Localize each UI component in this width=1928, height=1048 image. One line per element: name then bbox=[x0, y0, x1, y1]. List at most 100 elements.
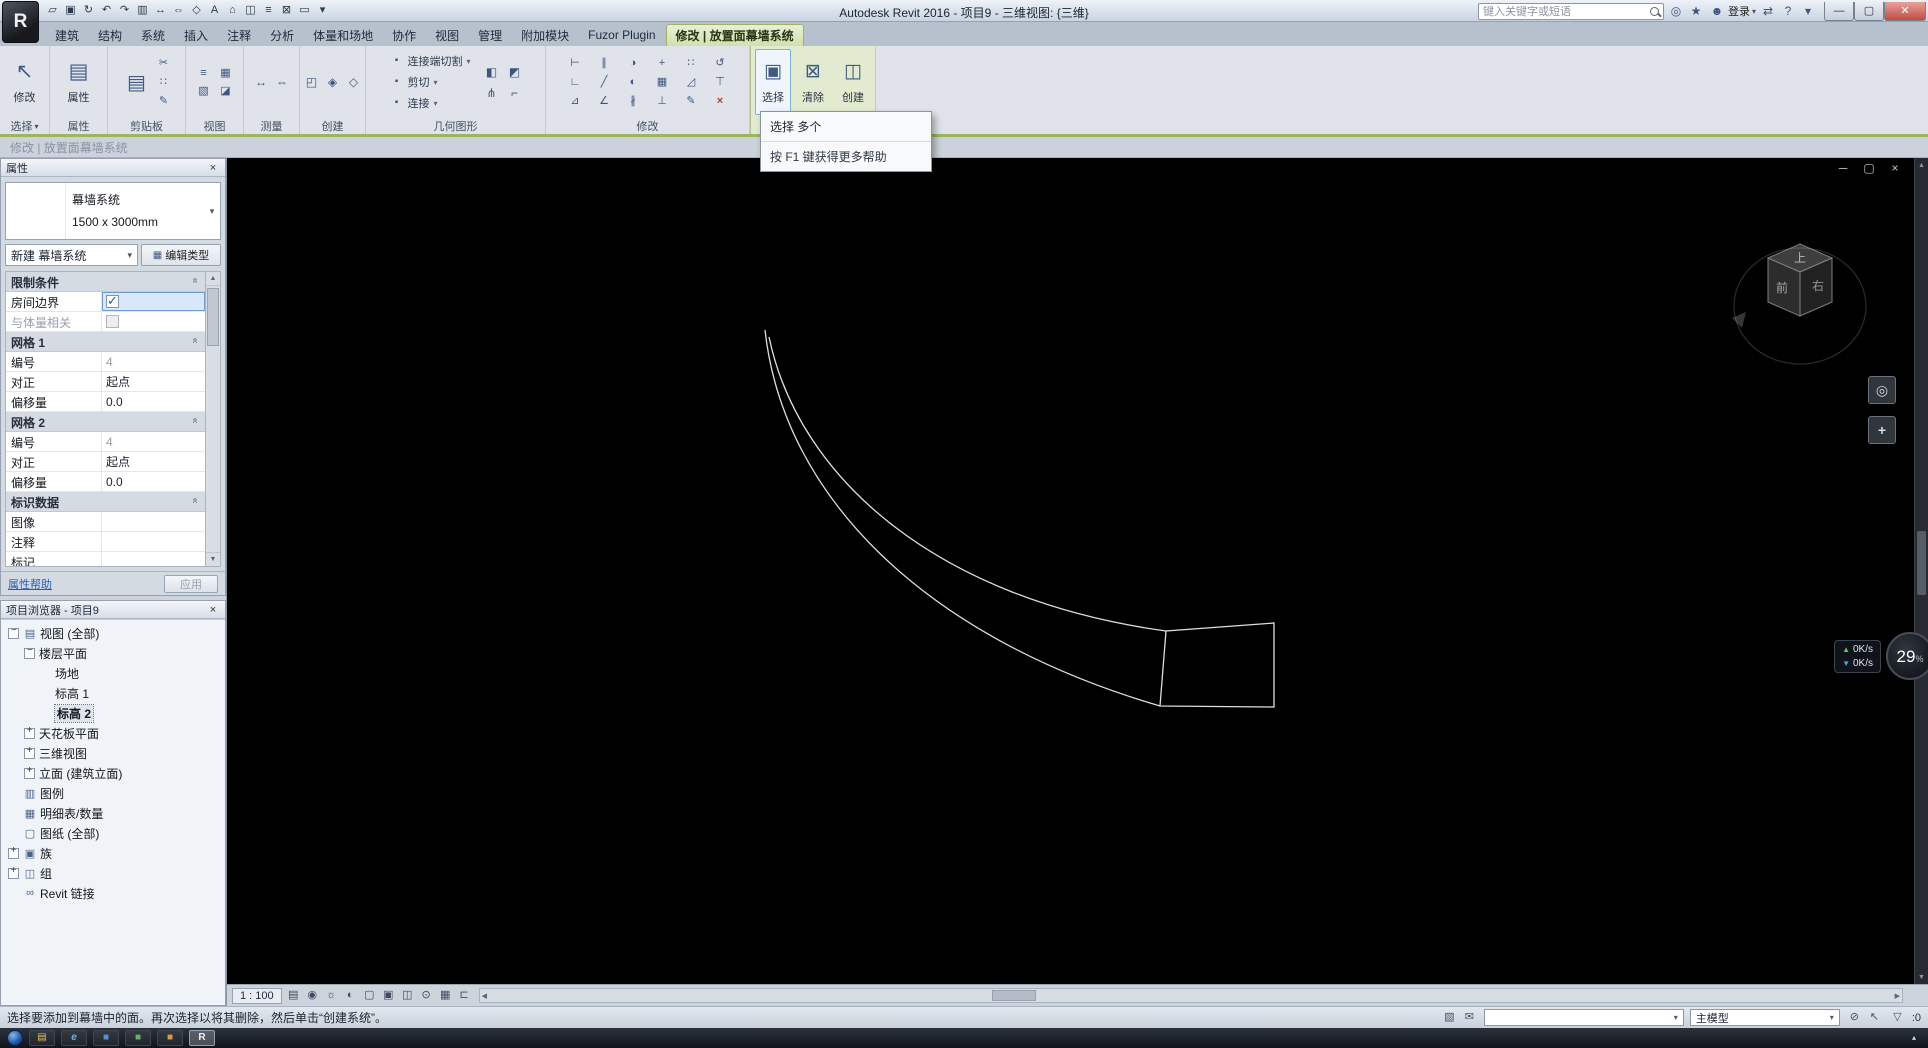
property-value[interactable]: 0.0 bbox=[102, 392, 205, 411]
ribbon-tab[interactable]: 附加模块 bbox=[512, 24, 578, 46]
scroll-down-icon[interactable]: ▼ bbox=[206, 552, 220, 566]
property-value[interactable] bbox=[102, 552, 205, 566]
drawing-area[interactable]: ─ ▢ × 上 前 右 ◎ + ▲ ▼ ▲ 0K/s ▼ 0K/s 29 % 1… bbox=[226, 158, 1928, 1006]
properties-scrollbar[interactable]: ▲ ▼ bbox=[205, 272, 220, 566]
view-control-icon[interactable] bbox=[361, 987, 378, 1004]
browser-tree-item[interactable]: 楼层平面 bbox=[1, 643, 225, 663]
ribbon-tab[interactable]: 插入 bbox=[175, 24, 217, 46]
property-row[interactable]: 房间边界 bbox=[6, 292, 205, 312]
infocenter-icon[interactable] bbox=[1799, 2, 1817, 20]
modify-tool-icon[interactable] bbox=[683, 74, 700, 91]
browser-tree-item[interactable]: 标高 2 bbox=[1, 703, 225, 723]
tree-expander-icon[interactable] bbox=[8, 866, 19, 879]
browser-tree-item[interactable]: 视图 (全部) bbox=[1, 623, 225, 643]
checkbox[interactable] bbox=[106, 293, 119, 309]
property-row[interactable]: 标识数据 bbox=[6, 492, 205, 512]
view-tool-icon[interactable] bbox=[218, 65, 234, 81]
modify-tool-icon[interactable] bbox=[596, 74, 613, 91]
scroll-right-icon[interactable]: ▶ bbox=[1895, 992, 1900, 1000]
close-button[interactable]: ✕ bbox=[1884, 1, 1926, 21]
modify-tool-icon[interactable] bbox=[683, 55, 700, 72]
qat-icon[interactable] bbox=[134, 2, 151, 19]
create-tool-icon[interactable] bbox=[303, 73, 321, 91]
modify-tool-icon[interactable] bbox=[654, 74, 671, 91]
panel-label-select[interactable]: 选择 bbox=[0, 118, 49, 134]
browser-tree-item[interactable]: 组 bbox=[1, 863, 225, 883]
browser-tree-item[interactable]: 三维视图 bbox=[1, 743, 225, 763]
apply-button[interactable]: 应用 bbox=[164, 574, 218, 593]
modify-tool-icon[interactable] bbox=[596, 55, 613, 72]
design-option-selector[interactable]: 主模型 bbox=[1689, 1009, 1840, 1026]
view-close-icon[interactable]: × bbox=[1888, 161, 1902, 175]
browser-tree-item[interactable]: 图纸 (全部) bbox=[1, 823, 225, 843]
paste-button[interactable] bbox=[122, 60, 152, 104]
ribbon-tab[interactable]: 注释 bbox=[218, 24, 260, 46]
navigation-button[interactable] bbox=[1868, 416, 1896, 444]
scrollbar-thumb[interactable] bbox=[991, 990, 1036, 1001]
property-row[interactable]: 标记 bbox=[6, 552, 205, 566]
viewcube[interactable]: 上 前 右 bbox=[1722, 208, 1892, 378]
infocenter-icon[interactable] bbox=[1667, 2, 1685, 20]
chevron-down-icon[interactable]: ▾ bbox=[204, 183, 220, 239]
ribbon-tab[interactable]: 体量和场地 bbox=[304, 24, 382, 46]
multiselect-button[interactable]: 创建 bbox=[835, 49, 871, 115]
qat-icon[interactable] bbox=[296, 2, 313, 19]
view-minimize-icon[interactable]: ─ bbox=[1836, 161, 1850, 175]
modify-tool-icon[interactable] bbox=[596, 93, 613, 110]
scroll-down-icon[interactable]: ▼ bbox=[1915, 970, 1928, 984]
filter-icon[interactable] bbox=[1889, 1009, 1906, 1026]
modify-tool-icon[interactable] bbox=[712, 93, 729, 110]
view-control-icon[interactable] bbox=[342, 987, 359, 1004]
status-icon[interactable] bbox=[1461, 1009, 1478, 1026]
tree-expander-icon[interactable] bbox=[8, 846, 19, 859]
property-row[interactable]: 限制条件 bbox=[6, 272, 205, 292]
infocenter-icon[interactable] bbox=[1687, 2, 1705, 20]
property-row[interactable]: 偏移量 0.0 bbox=[6, 472, 205, 492]
qat-icon[interactable] bbox=[44, 2, 61, 19]
view-control-icon[interactable] bbox=[304, 987, 321, 1004]
ribbon-tab[interactable]: 系统 bbox=[132, 24, 174, 46]
download-overlay[interactable]: ▲ 0K/s ▼ 0K/s 29% bbox=[1834, 632, 1928, 680]
view-control-icon[interactable] bbox=[437, 987, 454, 1004]
geometry-tool-icon[interactable] bbox=[483, 84, 501, 102]
browser-tree-item[interactable]: 图例 bbox=[1, 783, 225, 803]
qat-icon[interactable] bbox=[62, 2, 79, 19]
canvas-vertical-scrollbar[interactable]: ▲ ▼ bbox=[1914, 158, 1928, 984]
modify-tool-icon[interactable] bbox=[625, 74, 642, 91]
scrollbar-thumb[interactable] bbox=[207, 288, 219, 346]
measure-tool-icon[interactable] bbox=[273, 73, 291, 91]
start-button[interactable] bbox=[7, 1030, 23, 1046]
status-icon[interactable] bbox=[1441, 1009, 1458, 1026]
canvas-horizontal-scrollbar[interactable]: ◀ ▶ bbox=[478, 988, 1903, 1003]
taskbar-app-icon[interactable] bbox=[29, 1030, 55, 1046]
ribbon-tab[interactable]: 建筑 bbox=[46, 24, 88, 46]
qat-icon[interactable] bbox=[224, 2, 241, 19]
view-control-icon[interactable] bbox=[399, 987, 416, 1004]
browser-tree-item[interactable]: 天花板平面 bbox=[1, 723, 225, 743]
property-row[interactable]: 对正 起点 bbox=[6, 372, 205, 392]
modify-tool-icon[interactable] bbox=[683, 93, 700, 110]
tree-expander-icon[interactable] bbox=[8, 626, 19, 639]
browser-tree-item[interactable]: 立面 (建筑立面) bbox=[1, 763, 225, 783]
qat-icon[interactable] bbox=[188, 2, 205, 19]
qat-icon[interactable] bbox=[278, 2, 295, 19]
property-row[interactable]: 编号 4 bbox=[6, 432, 205, 452]
ribbon-tab[interactable]: 分析 bbox=[261, 24, 303, 46]
qat-icon[interactable] bbox=[170, 2, 187, 19]
multiselect-button[interactable]: 选择 bbox=[755, 49, 791, 115]
property-row[interactable]: 注释 bbox=[6, 532, 205, 552]
modify-tool-icon[interactable] bbox=[654, 93, 671, 110]
qat-icon[interactable] bbox=[242, 2, 259, 19]
create-tool-icon[interactable] bbox=[345, 73, 363, 91]
qat-icon[interactable] bbox=[80, 2, 97, 19]
properties-palette-header[interactable]: 属性 × bbox=[1, 159, 225, 177]
tree-expander-icon[interactable] bbox=[24, 726, 35, 739]
checkbox[interactable] bbox=[106, 315, 119, 328]
view-scale-button[interactable]: 1 : 100 bbox=[232, 987, 282, 1004]
view-control-icon[interactable] bbox=[323, 987, 340, 1004]
property-value[interactable]: 起点 bbox=[102, 372, 205, 391]
project-browser-header[interactable]: 项目浏览器 - 项目9 × bbox=[1, 601, 225, 619]
navigation-button[interactable] bbox=[1868, 376, 1896, 404]
clipboard-tool-icon[interactable] bbox=[156, 55, 172, 71]
edit-type-button[interactable]: ▦ 编辑类型 bbox=[141, 244, 221, 266]
